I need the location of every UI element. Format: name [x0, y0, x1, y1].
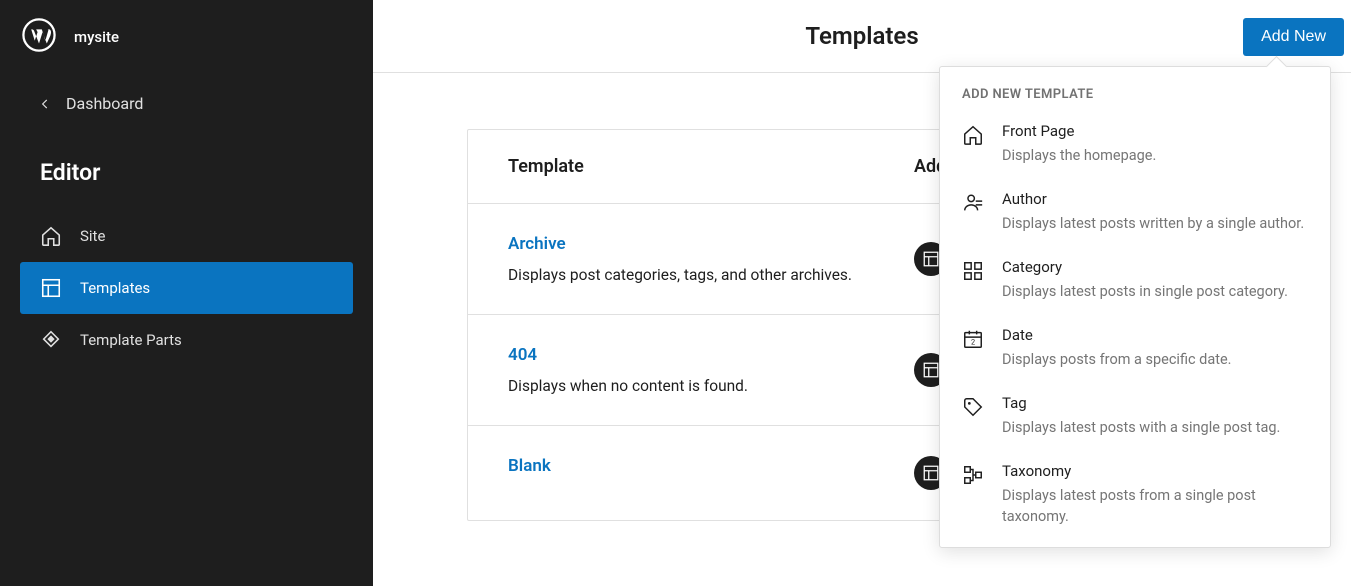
template-desc: Displays post categories, tags, and othe…: [508, 266, 914, 284]
add-new-button[interactable]: Add New: [1243, 18, 1344, 56]
popover-heading: ADD NEW TEMPLATE: [940, 67, 1330, 110]
template-link-404[interactable]: 404: [508, 345, 914, 365]
option-title: Tag: [1002, 394, 1308, 412]
nav-site-label: Site: [80, 227, 105, 245]
option-title: Category: [1002, 258, 1308, 276]
template-option-author[interactable]: Author Displays latest posts written by …: [940, 178, 1330, 246]
layout-icon: [40, 277, 62, 299]
taxonomy-icon: [962, 464, 984, 486]
option-desc: Displays latest posts from a single post…: [1002, 485, 1308, 527]
nav-templates-label: Templates: [80, 279, 150, 297]
option-title: Date: [1002, 326, 1308, 344]
back-to-dashboard[interactable]: Dashboard: [0, 66, 373, 131]
nav-template-parts-label: Template Parts: [80, 331, 182, 349]
option-desc: Displays latest posts written by a singl…: [1002, 213, 1308, 234]
nav-site[interactable]: Site: [0, 210, 373, 262]
wordpress-logo-icon: [22, 18, 56, 56]
calendar-icon: 2: [962, 328, 984, 350]
home-icon: [40, 225, 62, 247]
option-desc: Displays posts from a specific date.: [1002, 349, 1308, 370]
template-link-blank[interactable]: Blank: [508, 456, 914, 476]
editor-heading: Editor: [0, 131, 373, 210]
nav-template-parts[interactable]: Template Parts: [0, 314, 373, 366]
sidebar: mysite Dashboard Editor Site Templates T…: [0, 0, 373, 586]
main-content: Templates Add New Template Added by Arch…: [373, 0, 1351, 586]
back-label: Dashboard: [66, 94, 143, 113]
add-new-template-popover: ADD NEW TEMPLATE Front Page Displays the…: [939, 66, 1331, 548]
template-option-tag[interactable]: Tag Displays latest posts with a single …: [940, 382, 1330, 450]
th-template: Template: [508, 156, 914, 177]
template-link-archive[interactable]: Archive: [508, 234, 914, 254]
option-title: Front Page: [1002, 122, 1308, 140]
chevron-left-icon: [38, 97, 52, 111]
site-name: mysite: [74, 28, 119, 46]
category-icon: [962, 260, 984, 282]
nav-templates[interactable]: Templates: [20, 262, 353, 314]
home-icon: [962, 124, 984, 146]
template-option-category[interactable]: Category Displays latest posts in single…: [940, 246, 1330, 314]
svg-text:2: 2: [971, 338, 975, 347]
option-title: Taxonomy: [1002, 462, 1308, 480]
option-desc: Displays latest posts in single post cat…: [1002, 281, 1308, 302]
template-option-front-page[interactable]: Front Page Displays the homepage.: [940, 110, 1330, 178]
option-title: Author: [1002, 190, 1308, 208]
template-desc: Displays when no content is found.: [508, 377, 914, 395]
tag-icon: [962, 396, 984, 418]
template-option-taxonomy[interactable]: Taxonomy Displays latest posts from a si…: [940, 450, 1330, 547]
topbar: Templates Add New: [373, 0, 1351, 73]
option-desc: Displays the homepage.: [1002, 145, 1308, 166]
template-option-date[interactable]: 2 Date Displays posts from a specific da…: [940, 314, 1330, 382]
page-title: Templates: [805, 22, 918, 50]
diamond-icon: [40, 329, 62, 351]
brand[interactable]: mysite: [0, 18, 373, 66]
option-desc: Displays latest posts with a single post…: [1002, 417, 1308, 438]
author-icon: [962, 192, 984, 214]
